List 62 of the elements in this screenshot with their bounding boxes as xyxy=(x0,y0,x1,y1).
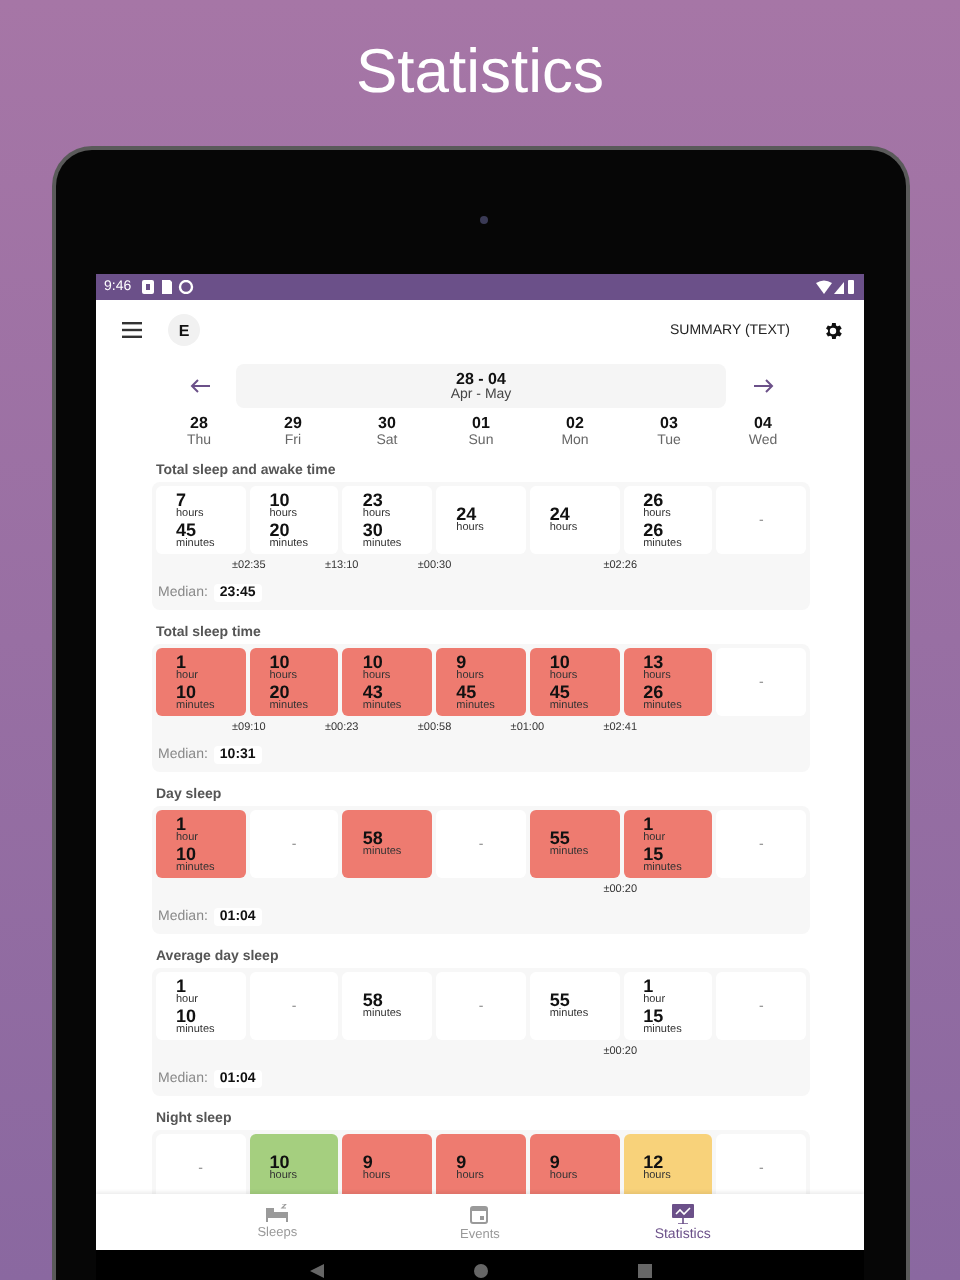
stat-number: 13 xyxy=(643,653,664,669)
stat-number: 9 xyxy=(456,1154,467,1170)
day-date: 30 xyxy=(378,414,396,432)
day-date: 02 xyxy=(566,414,584,432)
stat-number: 1 xyxy=(176,977,187,993)
stat-number: 9 xyxy=(549,1154,560,1170)
day-date: 03 xyxy=(660,414,678,432)
stat-number: 15 xyxy=(643,1007,664,1023)
back-arrow-icon[interactable] xyxy=(189,378,209,394)
stat-number: 7 xyxy=(176,491,187,507)
stat-number: 9 xyxy=(456,653,467,669)
stat-number: 9 xyxy=(362,1154,373,1170)
stat-number: 20 xyxy=(269,683,290,699)
stat-number: 43 xyxy=(362,683,383,699)
stat-number: 26 xyxy=(643,683,664,699)
headline: Statistics xyxy=(353,33,607,109)
day-date: 28 xyxy=(190,414,208,432)
stat-number: 58 xyxy=(362,992,383,1008)
range-days: 28 - 04 xyxy=(456,370,506,388)
bed-icon xyxy=(266,1204,289,1222)
stat-number: 45 xyxy=(176,521,197,537)
stat-number: 58 xyxy=(362,830,383,846)
status-icons xyxy=(816,280,856,294)
stat-number: 10 xyxy=(269,1154,290,1170)
day-date: 29 xyxy=(284,414,302,432)
home-icon[interactable] xyxy=(473,1264,487,1278)
stat-number: 55 xyxy=(549,992,570,1008)
stat-number: 55 xyxy=(549,830,570,846)
stat-number: 10 xyxy=(362,653,383,669)
back-icon[interactable] xyxy=(309,1264,323,1278)
forward-arrow-icon[interactable] xyxy=(753,378,773,394)
notification-icons xyxy=(141,280,194,294)
stat-number: 10 xyxy=(176,1007,197,1023)
stat-number: 10 xyxy=(269,653,290,669)
stat-number: 1 xyxy=(643,977,654,993)
stat-number: 10 xyxy=(176,683,197,699)
recents-icon[interactable] xyxy=(637,1264,651,1278)
stat-number: 1 xyxy=(176,815,187,831)
avatar[interactable]: E xyxy=(168,314,200,346)
menu-icon[interactable] xyxy=(122,322,142,338)
camera-icon xyxy=(480,216,488,224)
stat-number: 24 xyxy=(456,506,477,522)
stat-number: 30 xyxy=(362,521,383,537)
calendar-icon xyxy=(470,1203,489,1223)
stat-number: 45 xyxy=(456,683,477,699)
stat-number: 10 xyxy=(176,845,197,861)
settings-icon[interactable] xyxy=(822,319,844,341)
day-date: 01 xyxy=(472,414,490,432)
stat-number: 20 xyxy=(269,521,290,537)
chart-icon xyxy=(671,1203,694,1223)
stat-number: 26 xyxy=(643,521,664,537)
stat-number: 23 xyxy=(362,491,383,507)
stat-number: 15 xyxy=(643,845,664,861)
stat-number: 1 xyxy=(643,815,654,831)
stat-number: 12 xyxy=(643,1154,664,1170)
stat-number: 26 xyxy=(643,491,664,507)
stat-number: 24 xyxy=(549,506,570,522)
stat-number: 10 xyxy=(549,653,570,669)
stat-number: 45 xyxy=(549,683,570,699)
stat-number: 1 xyxy=(176,653,187,669)
stat-number: 10 xyxy=(269,491,290,507)
day-date: 04 xyxy=(754,414,772,432)
